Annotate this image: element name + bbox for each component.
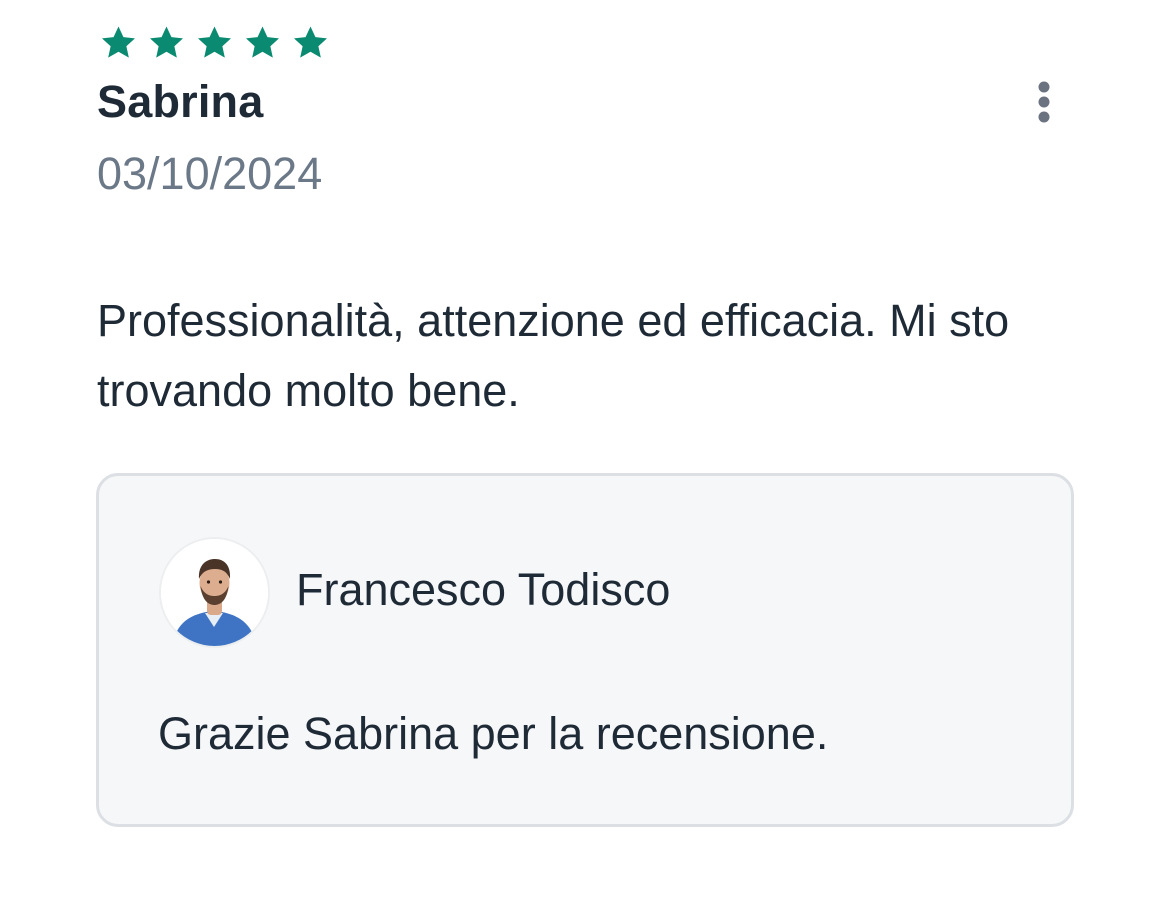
doctor-reply-card: Francesco Todisco Grazie Sabrina per la …: [96, 473, 1074, 827]
doctor-avatar: [159, 537, 270, 648]
review-card: Sabrina 03/10/2024 Professionalità, atte…: [0, 0, 1170, 898]
star-icon: [246, 26, 279, 58]
reply-text: Grazie Sabrina per la recensione.: [158, 708, 829, 759]
star-icon: [102, 26, 135, 58]
more-vertical-icon: [1038, 81, 1050, 123]
reviewer-name: Sabrina: [97, 76, 264, 127]
star-icon: [150, 26, 183, 58]
star-rating: [100, 24, 329, 61]
doctor-avatar-icon: [161, 539, 268, 646]
star-icon: [294, 26, 327, 58]
review-date: 03/10/2024: [97, 148, 323, 199]
star-icon: [198, 26, 231, 58]
more-options-button[interactable]: [1022, 76, 1066, 128]
doctor-name: Francesco Todisco: [296, 564, 671, 615]
review-text: Professionalità, attenzione ed efficacia…: [97, 295, 1010, 416]
